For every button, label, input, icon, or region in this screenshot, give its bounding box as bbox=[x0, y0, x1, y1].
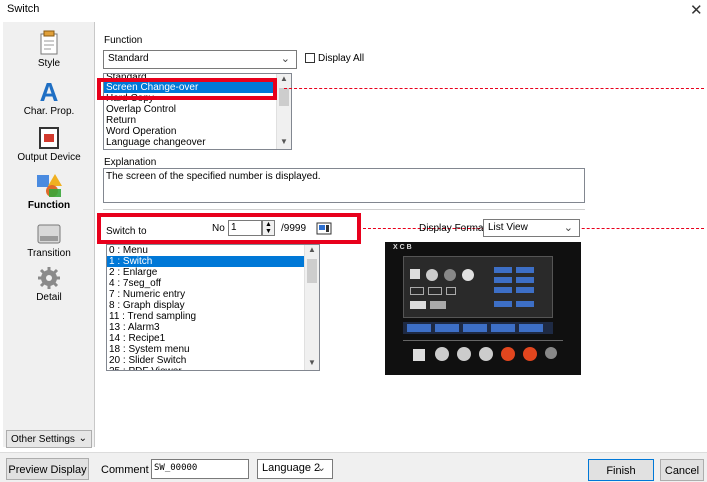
scroll-down-icon[interactable]: ▼ bbox=[277, 137, 291, 149]
preview-header: X C B bbox=[393, 244, 412, 251]
function-shapes-icon bbox=[37, 174, 62, 197]
sidebar-item-function[interactable]: Function bbox=[3, 172, 95, 211]
output-device-icon bbox=[39, 127, 59, 149]
list-item[interactable]: 8 : Graph display bbox=[107, 300, 319, 311]
sidebar-item-label: Output Device bbox=[17, 152, 81, 163]
scroll-thumb[interactable] bbox=[307, 259, 317, 283]
sidebar-item-output-device[interactable]: Output Device bbox=[3, 126, 95, 163]
other-settings-button[interactable]: Other Settings ⌄ bbox=[6, 430, 92, 448]
scroll-up-icon[interactable]: ▲ bbox=[305, 245, 319, 257]
letter-a-icon: A bbox=[40, 78, 59, 104]
list-item[interactable]: 0 : Menu bbox=[107, 245, 319, 256]
highlight-box bbox=[97, 213, 361, 244]
display-all-label: Display All bbox=[318, 53, 365, 64]
scroll-thumb[interactable] bbox=[279, 88, 289, 106]
transition-device-icon bbox=[37, 224, 61, 244]
list-item[interactable]: 25 : PDF Viewer bbox=[107, 366, 319, 370]
function-label: Function bbox=[104, 35, 143, 46]
comment-label: Comment bbox=[101, 464, 149, 476]
display-format-dropdown[interactable]: List View ⌄ bbox=[483, 219, 580, 237]
language-dropdown[interactable]: Language 2 ⌄ bbox=[257, 459, 333, 479]
chevron-down-icon: ⌄ bbox=[280, 53, 290, 65]
list-item[interactable]: Word Operation bbox=[104, 126, 291, 137]
divider bbox=[103, 209, 585, 210]
language-value: Language 2 bbox=[262, 462, 321, 474]
list-item[interactable]: Return bbox=[104, 115, 291, 126]
list-item[interactable]: 20 : Slider Switch bbox=[107, 355, 319, 366]
list-item[interactable]: 13 : Alarm3 bbox=[107, 322, 319, 333]
close-icon[interactable]: ✕ bbox=[690, 1, 703, 19]
sidebar: Style A Char. Prop. Output Device Functi… bbox=[3, 22, 95, 447]
sidebar-item-label: Style bbox=[37, 58, 61, 69]
gear-icon bbox=[38, 267, 60, 289]
function-dropdown[interactable]: Standard ⌄ bbox=[103, 50, 297, 69]
chevron-down-icon: ⌄ bbox=[316, 462, 326, 474]
list-item[interactable]: 18 : System menu bbox=[107, 344, 319, 355]
chevron-down-icon: ⌄ bbox=[78, 433, 87, 444]
display-format-label: Display Format bbox=[419, 223, 487, 234]
svg-text:A: A bbox=[40, 78, 59, 104]
sidebar-item-label: Char. Prop. bbox=[23, 106, 75, 117]
screen-list-scrollbar[interactable]: ▲ ▼ bbox=[304, 245, 319, 370]
explanation-label: Explanation bbox=[104, 157, 157, 168]
list-item[interactable]: 14 : Recipe1 bbox=[107, 333, 319, 344]
screen-preview: X C B bbox=[385, 242, 581, 375]
preview-display-button[interactable]: Preview Display bbox=[6, 458, 89, 480]
sidebar-item-label: Function bbox=[27, 200, 71, 211]
list-item[interactable]: 4 : 7seg_off bbox=[107, 278, 319, 289]
list-item[interactable]: Overlap Control bbox=[104, 104, 291, 115]
other-settings-label: Other Settings bbox=[11, 434, 75, 445]
function-dropdown-value: Standard bbox=[108, 53, 149, 64]
annotation-dashed-line bbox=[284, 88, 704, 89]
scroll-up-icon[interactable]: ▲ bbox=[277, 74, 291, 86]
style-icon bbox=[40, 30, 58, 55]
display-all-checkbox[interactable] bbox=[305, 53, 315, 63]
list-item[interactable]: 1 : Switch bbox=[107, 256, 319, 267]
sidebar-item-label: Detail bbox=[36, 292, 62, 303]
window-title: Switch bbox=[7, 3, 40, 15]
list-item[interactable]: 2 : Enlarge bbox=[107, 267, 319, 278]
highlight-box bbox=[97, 78, 277, 100]
display-format-value: List View bbox=[488, 222, 528, 233]
chevron-down-icon: ⌄ bbox=[563, 222, 573, 234]
function-list-scrollbar[interactable]: ▲ ▼ bbox=[276, 74, 291, 149]
cancel-button[interactable]: Cancel bbox=[660, 459, 704, 481]
title-bar: Switch ✕ bbox=[0, 0, 707, 20]
list-item[interactable]: 7 : Numeric entry bbox=[107, 289, 319, 300]
sidebar-item-char-prop[interactable]: A Char. Prop. bbox=[3, 78, 95, 117]
sidebar-item-detail[interactable]: Detail bbox=[3, 266, 95, 303]
preview-panel bbox=[403, 256, 553, 318]
sidebar-item-transition[interactable]: Transition bbox=[3, 222, 95, 259]
scroll-down-icon[interactable]: ▼ bbox=[305, 358, 319, 370]
finish-button[interactable]: Finish bbox=[588, 459, 654, 481]
sidebar-item-style[interactable]: Style bbox=[3, 30, 95, 69]
list-item[interactable]: 11 : Trend sampling bbox=[107, 311, 319, 322]
explanation-text: The screen of the specified number is di… bbox=[103, 168, 585, 203]
sidebar-item-label: Transition bbox=[27, 248, 71, 259]
comment-input[interactable]: SW_00000 bbox=[151, 459, 249, 479]
screen-listbox[interactable]: 0 : Menu 1 : Switch 2 : Enlarge 4 : 7seg… bbox=[106, 244, 320, 371]
list-item[interactable]: Language changeover bbox=[104, 137, 291, 148]
